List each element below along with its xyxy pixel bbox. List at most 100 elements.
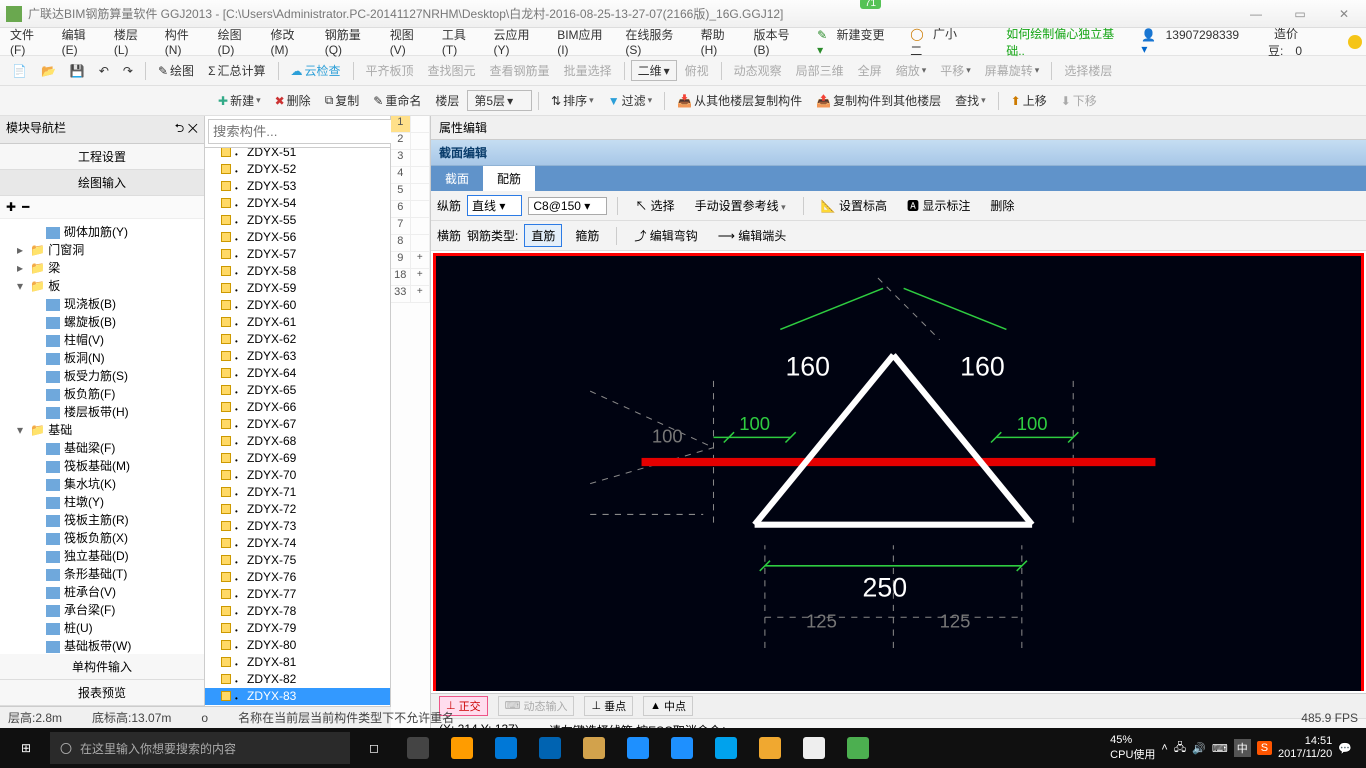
list-item[interactable]: ZDYX-53	[205, 178, 390, 195]
app-3[interactable]	[486, 732, 526, 764]
task-view-icon[interactable]: ◻	[354, 732, 394, 764]
tb-zoom[interactable]: 缩放	[890, 59, 933, 82]
tb2-delete[interactable]: 删除	[269, 89, 317, 112]
snap-dyn[interactable]: ⌨ 动态输入	[498, 696, 575, 716]
tb-draw[interactable]: ✎ 绘图	[152, 59, 200, 82]
tb2-rename[interactable]: ✎ 重命名	[367, 89, 427, 112]
st1-select[interactable]: ↖ 选择	[628, 194, 681, 217]
tb-cloud-check[interactable]: ☁ 云检查	[285, 59, 347, 82]
list-item[interactable]: ZDYX-59	[205, 280, 390, 297]
tab-section[interactable]: 截面	[431, 166, 483, 191]
tree-node[interactable]: 楼层板带(H)	[0, 403, 204, 421]
tb-2d[interactable]: 二维 ▾	[631, 60, 677, 81]
list-item[interactable]: ZDYX-70	[205, 467, 390, 484]
list-item[interactable]: ZDYX-72	[205, 501, 390, 518]
tree-node[interactable]: 筏板基础(M)	[0, 457, 204, 475]
tb2-filter[interactable]: ▼ 过滤	[602, 89, 658, 112]
tree-node[interactable]: 筏板负筋(X)	[0, 529, 204, 547]
list-item[interactable]: ZDYX-81	[205, 654, 390, 671]
tree-node[interactable]: 独立基础(D)	[0, 547, 204, 565]
list-item[interactable]: ZDYX-63	[205, 348, 390, 365]
tb2-find[interactable]: 查找	[949, 89, 992, 112]
nav-single-input[interactable]: 单构件输入	[0, 654, 204, 680]
tree-node[interactable]: 板受力筋(S)	[0, 367, 204, 385]
app-11[interactable]	[838, 732, 878, 764]
tb2-new[interactable]: 新建	[212, 89, 267, 112]
list-item[interactable]: ZDYX-83	[205, 688, 390, 705]
list-item[interactable]: ZDYX-78	[205, 603, 390, 620]
tb-pan[interactable]: 平移	[934, 59, 977, 82]
nav-collapse-all-icon[interactable]: ━	[22, 200, 29, 214]
st1-rebar-dd[interactable]: C8@150 ▾	[528, 197, 607, 215]
tray-notifications-icon[interactable]: 💬	[1338, 742, 1352, 755]
tree-node[interactable]: 承台梁(F)	[0, 601, 204, 619]
st2-edit-end[interactable]: ⟶ 编辑端头	[711, 224, 794, 247]
tb-local3d[interactable]: 局部三维	[790, 59, 850, 82]
list-item[interactable]: ZDYX-57	[205, 246, 390, 263]
list-item[interactable]: ZDYX-52	[205, 161, 390, 178]
list-item[interactable]: ZDYX-73	[205, 518, 390, 535]
tree-node[interactable]: 现浇板(B)	[0, 295, 204, 313]
tb2-sort[interactable]: ⇅ 排序	[545, 89, 600, 112]
list-item[interactable]: ZDYX-54	[205, 195, 390, 212]
section-canvas[interactable]: 160 160 250 100 100 100 125 125	[433, 253, 1364, 691]
tb-select-floor[interactable]: 选择楼层	[1058, 59, 1118, 82]
tb2-copy-to[interactable]: 📤 复制构件到其他楼层	[810, 89, 947, 112]
list-item[interactable]: ZDYX-71	[205, 484, 390, 501]
nav-expand-icon[interactable]: ✚	[6, 200, 16, 214]
tab-rebar[interactable]: 配筋	[483, 166, 535, 191]
list-item[interactable]: ZDYX-65	[205, 382, 390, 399]
list-item[interactable]: ZDYX-74	[205, 535, 390, 552]
tray-clock[interactable]: 14:51 2017/11/20	[1278, 735, 1332, 761]
tb-batch-select[interactable]: 批量选择	[558, 59, 618, 82]
tree-node[interactable]: 桩承台(V)	[0, 583, 204, 601]
tb-view-rebar[interactable]: 查看钢筋量	[484, 59, 556, 82]
tb2-floor-select[interactable]: 第5层 ▾	[467, 90, 532, 111]
nav-draw-input[interactable]: 绘图输入	[0, 170, 204, 196]
st1-elev[interactable]: 📐 设置标高	[814, 194, 894, 217]
st2-stirrup[interactable]: 箍筋	[568, 224, 606, 247]
list-item[interactable]: ZDYX-67	[205, 416, 390, 433]
tree-node[interactable]: 桩(U)	[0, 619, 204, 637]
tb-open-icon[interactable]: 📂	[35, 61, 62, 81]
tb2-move-down[interactable]: ⬇ 下移	[1055, 89, 1103, 112]
tree-node[interactable]: 条形基础(T)	[0, 565, 204, 583]
tree-node[interactable]: 板负筋(F)	[0, 385, 204, 403]
tb-sum[interactable]: Σ 汇总计算	[202, 59, 271, 82]
list-item[interactable]: ZDYX-62	[205, 331, 390, 348]
tree-node[interactable]: 砌体加筋(Y)	[0, 223, 204, 241]
tree-node[interactable]: 筏板主筋(R)	[0, 511, 204, 529]
list-item[interactable]: ZDYX-69	[205, 450, 390, 467]
taskbar-search[interactable]: 〇 在这里输入你想要搜索的内容	[50, 732, 350, 764]
nav-report[interactable]: 报表预览	[0, 680, 204, 706]
tray-lang-icon[interactable]: 中	[1234, 739, 1251, 757]
list-item[interactable]: ZDYX-51	[205, 148, 390, 161]
st2-edit-hook[interactable]: ⤴ 编辑弯钩	[627, 224, 704, 247]
tree-node[interactable]: 集水坑(K)	[0, 475, 204, 493]
st2-straight[interactable]: 直筋	[524, 224, 562, 247]
tb-rotate[interactable]: 屏幕旋转	[979, 59, 1046, 82]
list-item[interactable]: ZDYX-60	[205, 297, 390, 314]
tb-redo-icon[interactable]: ↷	[117, 61, 139, 81]
tb-dynamic[interactable]: 动态观察	[728, 59, 788, 82]
list-item[interactable]: ZDYX-80	[205, 637, 390, 654]
tree-node[interactable]: 螺旋板(B)	[0, 313, 204, 331]
tb2-copy-from[interactable]: 📥 从其他楼层复制构件	[671, 89, 808, 112]
app-6[interactable]	[618, 732, 658, 764]
user-phone[interactable]: 👤 13907298339 ▾	[1135, 24, 1254, 60]
search-input[interactable]	[208, 119, 395, 144]
list-item[interactable]: ZDYX-58	[205, 263, 390, 280]
tray-up-icon[interactable]: ˄	[1161, 742, 1167, 754]
app-1[interactable]	[398, 732, 438, 764]
tb-align-top[interactable]: 平齐板顶	[360, 59, 420, 82]
close-button[interactable]: ✕	[1322, 0, 1366, 28]
tree-node[interactable]: 板洞(N)	[0, 349, 204, 367]
nav-collapse-icon[interactable]: ⮌ ✕	[175, 119, 198, 140]
notification-badge[interactable]: 71	[860, 0, 881, 9]
st1-manual-ref[interactable]: 手动设置参考线	[688, 194, 793, 217]
list-item[interactable]: ZDYX-77	[205, 586, 390, 603]
minimize-button[interactable]: —	[1234, 0, 1278, 28]
tree-node[interactable]: 柱墩(Y)	[0, 493, 204, 511]
tb-save-icon[interactable]: 💾	[64, 61, 91, 81]
tb-undo-icon[interactable]: ↶	[93, 61, 115, 81]
